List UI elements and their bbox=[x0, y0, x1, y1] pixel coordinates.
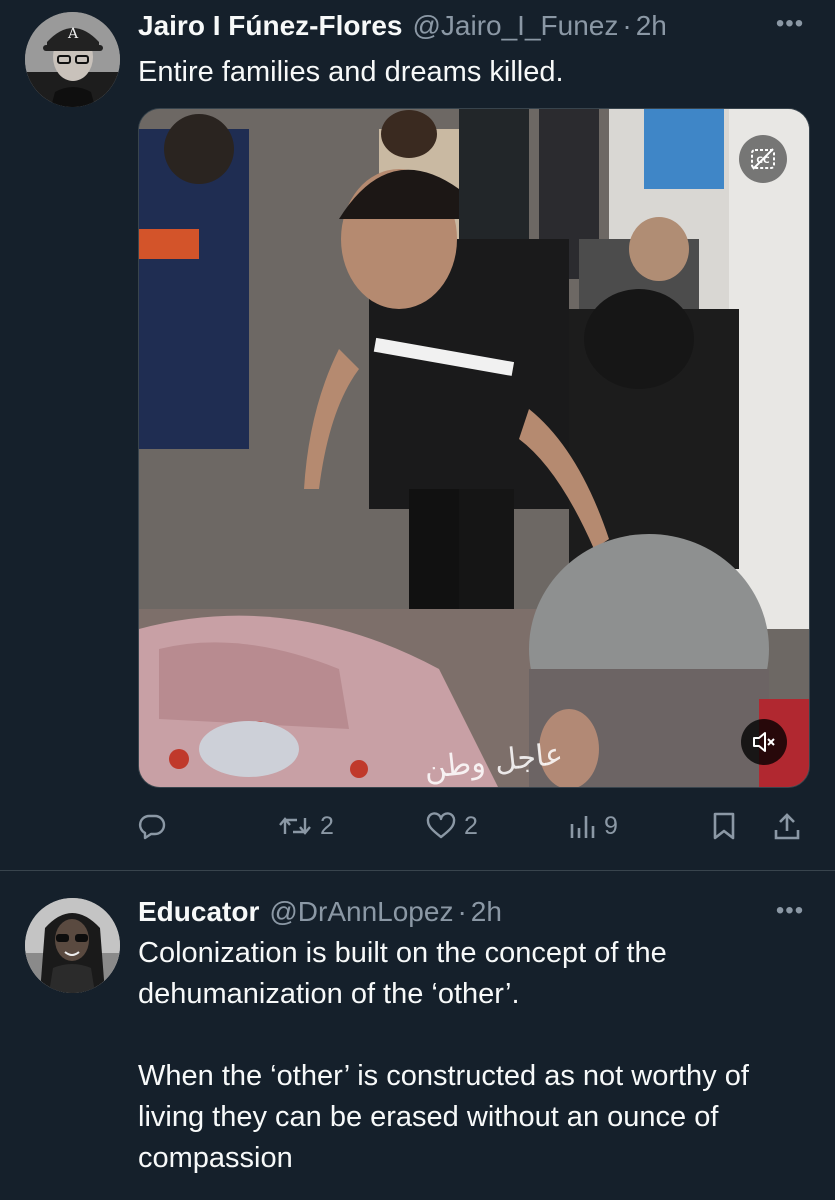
tweet-header: Educator @DrAnnLopez · 2h bbox=[138, 894, 502, 930]
tweet-text: Entire families and dreams killed. bbox=[138, 56, 564, 88]
like-button[interactable]: 2 bbox=[426, 806, 478, 846]
reply-button[interactable] bbox=[138, 806, 174, 846]
like-count: 2 bbox=[464, 811, 478, 840]
avatar-photo: A bbox=[25, 12, 120, 107]
views-icon bbox=[570, 816, 595, 838]
reply-icon bbox=[138, 814, 166, 840]
view-count: 9 bbox=[604, 811, 618, 840]
heart-icon bbox=[426, 812, 456, 839]
author-name[interactable]: Educator bbox=[138, 894, 259, 930]
author-handle[interactable]: @DrAnnLopez bbox=[269, 894, 453, 930]
timestamp[interactable]: 2h bbox=[471, 894, 502, 930]
author-avatar[interactable]: A bbox=[25, 12, 120, 107]
tweet[interactable]: Educator @DrAnnLopez · 2h ••• Colonizati… bbox=[0, 871, 835, 1200]
views-button[interactable]: 9 bbox=[568, 806, 618, 846]
volume-muted-icon bbox=[753, 732, 775, 752]
share-icon bbox=[774, 813, 800, 840]
tweet-header: Jairo I Fúnez-Flores @Jairo_I_Funez · 2h bbox=[138, 8, 667, 44]
retweet-button[interactable]: 2 bbox=[278, 806, 334, 846]
tweet-text: Colonization is built on the concept of … bbox=[138, 937, 749, 1174]
captions-button[interactable]: CC bbox=[739, 135, 787, 183]
svg-text:A: A bbox=[67, 26, 79, 42]
tweet-actions: 2 2 9 bbox=[138, 806, 810, 846]
author-avatar[interactable] bbox=[25, 898, 120, 993]
retweet-count: 2 bbox=[320, 811, 334, 840]
timestamp[interactable]: 2h bbox=[636, 8, 667, 44]
bookmark-icon bbox=[713, 812, 735, 840]
video-frame bbox=[139, 109, 809, 787]
retweet-icon bbox=[279, 817, 311, 835]
mute-button[interactable] bbox=[741, 719, 787, 765]
video-player[interactable]: CC عاجل وطن bbox=[138, 108, 810, 788]
author-handle[interactable]: @Jairo_I_Funez bbox=[413, 8, 619, 44]
separator-dot: · bbox=[622, 10, 632, 41]
tweet[interactable]: A Jairo I Fúnez-Flores @Jairo_I_Funez · … bbox=[0, 0, 835, 870]
author-name[interactable]: Jairo I Fúnez-Flores bbox=[138, 8, 403, 44]
share-button[interactable] bbox=[772, 806, 802, 846]
bookmark-button[interactable] bbox=[710, 806, 738, 846]
avatar-photo bbox=[25, 898, 120, 993]
separator-dot: · bbox=[457, 896, 467, 927]
captions-icon: CC bbox=[751, 148, 775, 170]
more-options-icon[interactable]: ••• bbox=[775, 12, 805, 36]
more-options-icon[interactable]: ••• bbox=[775, 899, 805, 923]
